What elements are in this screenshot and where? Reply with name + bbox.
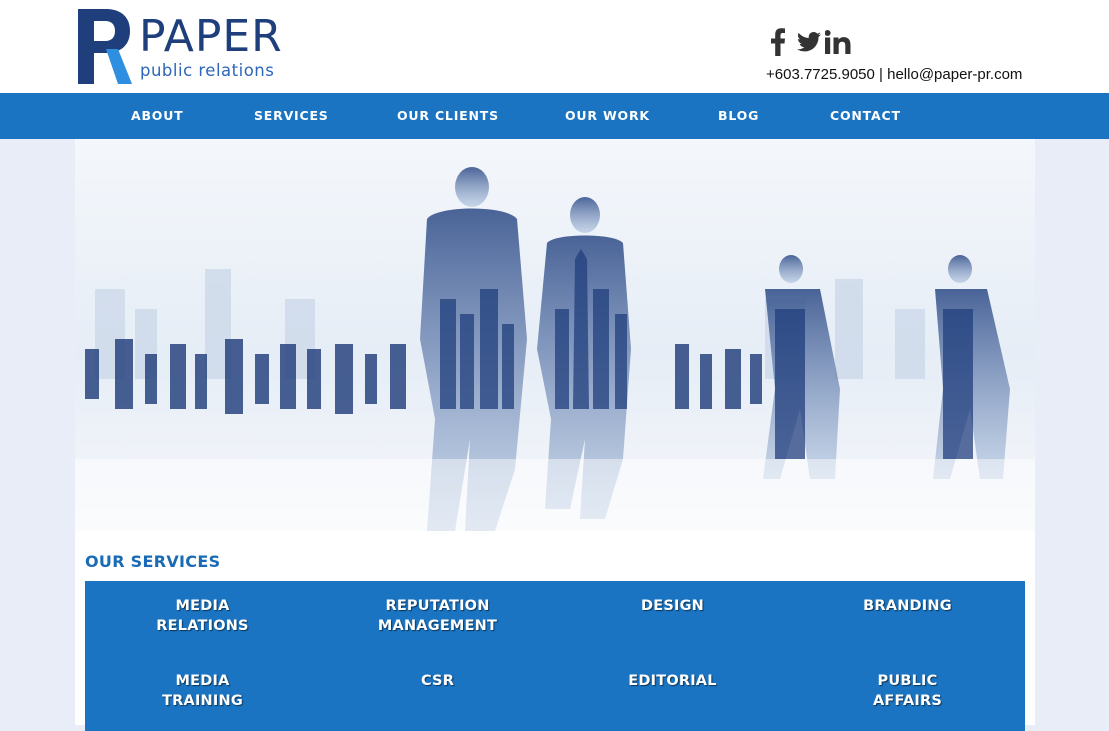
service-csr[interactable]: CSR (320, 671, 555, 691)
service-label-line2: TRAINING (162, 693, 243, 709)
service-reputation-management[interactable]: REPUTATION MANAGEMENT (320, 596, 555, 636)
service-editorial[interactable]: EDITORIAL (555, 671, 790, 691)
linkedin-icon[interactable] (824, 30, 851, 59)
service-label-line1: CSR (420, 673, 455, 689)
service-branding[interactable]: BRANDING (790, 596, 1025, 616)
service-media-relations[interactable]: MEDIA RELATIONS (85, 596, 320, 636)
contact-separator: | (879, 66, 883, 83)
brand-name: PAPER (139, 11, 283, 62)
brand-tagline: public relations (140, 61, 275, 80)
contact-info: +603.7725.9050 | hello@paper-pr.com (766, 66, 1022, 83)
service-label-line1: DESIGN (640, 598, 705, 614)
paper-pr-logo-mark-icon (78, 9, 132, 84)
service-label-line2: AFFAIRS (873, 693, 942, 709)
nav-services[interactable]: SERVICES (254, 108, 329, 123)
service-label-line1: BRANDING (863, 598, 952, 614)
hero-image (75, 139, 1035, 531)
service-design[interactable]: DESIGN (555, 596, 790, 616)
service-label-line1: PUBLIC (877, 673, 938, 689)
service-label-line1: MEDIA (175, 673, 230, 689)
nav-blog[interactable]: BLOG (718, 108, 759, 123)
service-label-line1: REPUTATION (385, 598, 490, 614)
hero-illustration (75, 139, 1035, 531)
site-logo[interactable]: PAPER public relations (78, 9, 308, 85)
facebook-icon[interactable] (770, 28, 786, 61)
main-content: OUR SERVICES MEDIA RELATIONS REPUTATION … (75, 139, 1035, 731)
service-label-line2: RELATIONS (156, 618, 249, 634)
email-link[interactable]: hello@paper-pr.com (887, 66, 1022, 83)
main-nav: ABOUT SERVICES OUR CLIENTS OUR WORK BLOG… (0, 93, 1109, 139)
service-label-line1: EDITORIAL (628, 673, 717, 689)
service-label-line2: MANAGEMENT (377, 618, 498, 634)
site-header: PAPER public relations +603.7725.9050 | … (0, 0, 1109, 93)
phone-number[interactable]: +603.7725.9050 (766, 66, 875, 83)
services-heading: OUR SERVICES (85, 552, 221, 571)
nav-contact[interactable]: CONTACT (830, 108, 901, 123)
service-public-affairs[interactable]: PUBLIC AFFAIRS (790, 671, 1025, 711)
twitter-icon[interactable] (797, 32, 821, 57)
nav-about[interactable]: ABOUT (131, 108, 184, 123)
service-label-line1: MEDIA (175, 598, 230, 614)
service-media-training[interactable]: MEDIA TRAINING (85, 671, 320, 711)
services-grid: MEDIA RELATIONS REPUTATION MANAGEMENT DE… (85, 581, 1025, 731)
nav-our-work[interactable]: OUR WORK (565, 108, 650, 123)
nav-our-clients[interactable]: OUR CLIENTS (397, 108, 499, 123)
